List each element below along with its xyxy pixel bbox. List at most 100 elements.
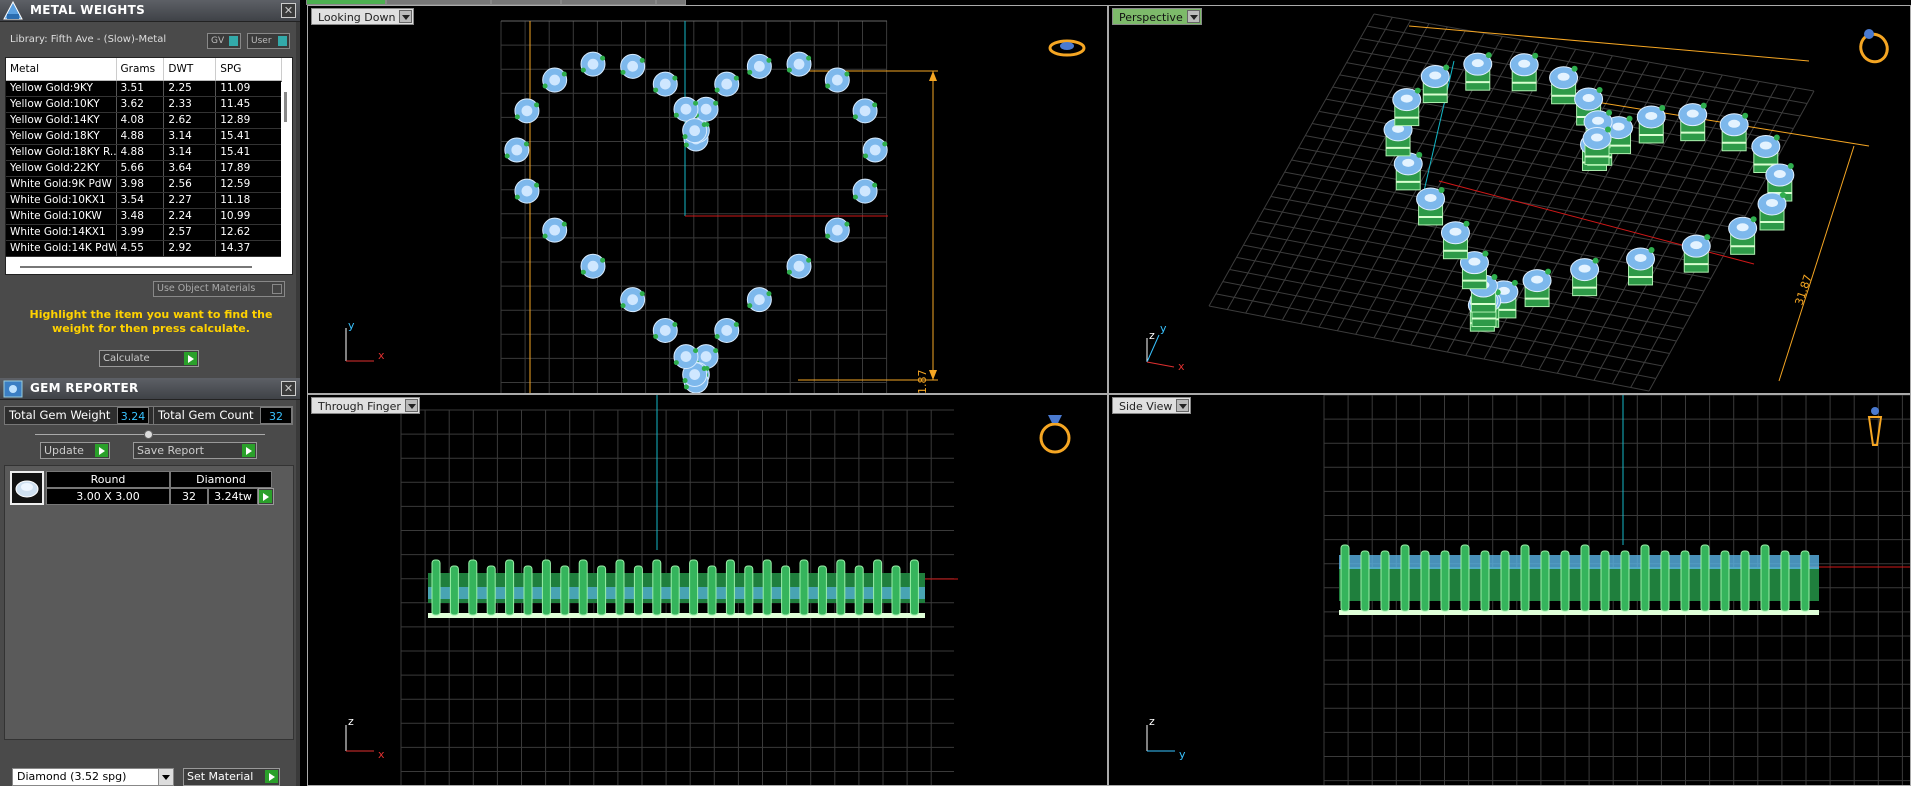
viewport-side-view[interactable]: Side View z y bbox=[1108, 394, 1911, 786]
chevron-down-icon[interactable] bbox=[1186, 10, 1200, 23]
table-cell: White Gold:10KW bbox=[6, 208, 117, 225]
calculate-button[interactable]: Calculate bbox=[99, 350, 199, 367]
table-cell: 2.33 bbox=[163, 96, 217, 113]
chevron-down-icon[interactable] bbox=[404, 399, 418, 412]
side-view-canvas[interactable] bbox=[1109, 395, 1911, 786]
gem-table bbox=[587, 260, 599, 272]
table-row[interactable]: Yellow Gold:10KY 3.62 2.33 11.45 bbox=[6, 96, 282, 113]
perspective-canvas[interactable] bbox=[1109, 6, 1911, 394]
chevron-down-icon[interactable] bbox=[158, 769, 173, 785]
gem-table bbox=[680, 103, 692, 115]
vertical-scrollbar[interactable] bbox=[281, 82, 290, 268]
table-cell: White Gold:10KX1 bbox=[6, 192, 117, 209]
prong bbox=[560, 565, 570, 616]
close-icon[interactable]: ✕ bbox=[281, 3, 296, 18]
prong bbox=[561, 221, 567, 227]
prong bbox=[1605, 126, 1612, 133]
column-header[interactable]: DWT bbox=[163, 58, 217, 81]
table-row[interactable]: Yellow Gold:18KY 4.88 3.14 15.41 bbox=[6, 128, 282, 145]
close-icon[interactable]: ✕ bbox=[281, 381, 296, 396]
table-cell: 4.88 bbox=[116, 144, 165, 161]
prong bbox=[580, 67, 586, 73]
table-row[interactable]: White Gold:10KW 3.48 2.24 10.99 bbox=[6, 208, 282, 225]
prong bbox=[825, 83, 831, 89]
prong bbox=[620, 303, 626, 309]
prong bbox=[852, 114, 858, 120]
through-finger-canvas[interactable] bbox=[308, 395, 1108, 786]
viewport-label-text: Perspective bbox=[1119, 11, 1183, 24]
table-cell: White Gold:14KX1 bbox=[6, 224, 117, 241]
table-cell: Yellow Gold:22KY bbox=[6, 160, 117, 177]
table-row[interactable]: White Gold:9K PdW 3.98 2.56 12.59 bbox=[6, 176, 282, 193]
viewport-label-text: Looking Down bbox=[318, 11, 396, 24]
prong bbox=[733, 75, 739, 81]
table-row[interactable]: Yellow Gold:9KY 3.51 2.25 11.09 bbox=[6, 80, 282, 97]
user-toggle[interactable]: User bbox=[247, 33, 290, 49]
horizontal-scrollbar[interactable] bbox=[20, 266, 252, 268]
use-object-materials-toggle[interactable]: Use Object Materials bbox=[153, 281, 285, 297]
prong bbox=[639, 57, 645, 63]
prong bbox=[1438, 186, 1445, 193]
table-row[interactable]: White Gold:14KX1 3.99 2.57 12.62 bbox=[6, 224, 282, 241]
column-header[interactable]: Metal bbox=[6, 58, 117, 81]
ring-icon bbox=[1871, 407, 1879, 415]
table-cell: 3.14 bbox=[163, 128, 217, 145]
viewport-label[interactable]: Perspective bbox=[1112, 8, 1202, 25]
gem-table bbox=[1759, 141, 1772, 150]
table-cell: 4.88 bbox=[116, 128, 165, 145]
table-cell: 3.64 bbox=[163, 160, 217, 177]
prong bbox=[672, 75, 678, 81]
gem-row[interactable]: Round Diamond 3.00 X 3.00 32 3.24tw bbox=[10, 471, 274, 505]
looking-down-canvas[interactable] bbox=[308, 6, 1108, 394]
metal-table[interactable]: Metal Grams DWT SPG Yellow Gold:9KY 3.51 2.25… bbox=[5, 57, 293, 275]
table-row[interactable]: Yellow Gold:22KY 5.66 3.64 17.89 bbox=[6, 160, 282, 177]
table-cell: 2.27 bbox=[163, 192, 217, 209]
table-cell: Yellow Gold:10KY bbox=[6, 96, 117, 113]
viewport-through-finger[interactable]: Through Finger z x bbox=[307, 394, 1108, 786]
gem-table bbox=[1429, 71, 1442, 80]
prong bbox=[653, 333, 659, 339]
gem-table bbox=[1449, 227, 1462, 236]
gem-slider[interactable] bbox=[35, 430, 265, 439]
chevron-down-icon[interactable] bbox=[399, 10, 413, 23]
total-gem-count-value: 32 bbox=[260, 407, 292, 424]
prong bbox=[1640, 544, 1650, 612]
gem-table bbox=[549, 224, 561, 236]
prong bbox=[1414, 87, 1421, 94]
prong bbox=[1380, 550, 1390, 612]
gem-detail-button[interactable] bbox=[258, 488, 274, 505]
prong bbox=[561, 71, 567, 77]
set-material-button[interactable]: Set Material bbox=[183, 768, 280, 786]
table-row[interactable]: White Gold:10KX1 3.54 2.27 11.18 bbox=[6, 192, 282, 209]
prong bbox=[882, 141, 888, 147]
prong bbox=[682, 134, 688, 140]
material-select[interactable]: Diamond (3.52 spg) bbox=[12, 768, 174, 786]
viewport-looking-down[interactable]: Looking Down 31.87 y x bbox=[307, 5, 1108, 394]
viewport-label[interactable]: Looking Down bbox=[311, 8, 415, 25]
viewport-label[interactable]: Side View bbox=[1112, 397, 1192, 414]
table-cell: 3.62 bbox=[116, 96, 165, 113]
column-header[interactable]: SPG bbox=[215, 58, 282, 81]
gem-list-area[interactable]: Round Diamond 3.00 X 3.00 32 3.24tw bbox=[4, 465, 294, 740]
table-cell: 11.45 bbox=[215, 96, 282, 113]
gv-toggle[interactable]: GV bbox=[207, 33, 241, 49]
chevron-down-icon[interactable] bbox=[1176, 399, 1190, 412]
table-row[interactable]: Yellow Gold:14KY 4.08 2.62 12.89 bbox=[6, 112, 282, 129]
gem-reporter-panel: GEM REPORTER ✕ Total Gem Weight 3.24 Tot… bbox=[0, 378, 300, 786]
viewport-label-text: Through Finger bbox=[318, 400, 401, 413]
table-row[interactable]: Yellow Gold:18KY R... 4.88 3.14 15.41 bbox=[6, 144, 282, 161]
prong bbox=[542, 83, 548, 89]
slider-handle[interactable] bbox=[144, 430, 153, 439]
gem-table bbox=[1468, 257, 1481, 266]
column-header[interactable]: Grams bbox=[116, 58, 165, 81]
viewport-perspective[interactable]: Perspective 31.87 z y x bbox=[1108, 5, 1911, 394]
prong bbox=[872, 182, 878, 188]
viewport-label[interactable]: Through Finger bbox=[311, 397, 420, 414]
save-report-button[interactable]: Save Report bbox=[133, 442, 257, 459]
gem-table bbox=[700, 103, 712, 115]
gem-table bbox=[511, 144, 523, 156]
prong bbox=[891, 565, 901, 616]
update-button[interactable]: Update bbox=[40, 442, 110, 459]
table-row[interactable]: White Gold:14K PdW 4.55 2.92 14.37 bbox=[6, 240, 282, 257]
prong bbox=[1463, 220, 1470, 227]
